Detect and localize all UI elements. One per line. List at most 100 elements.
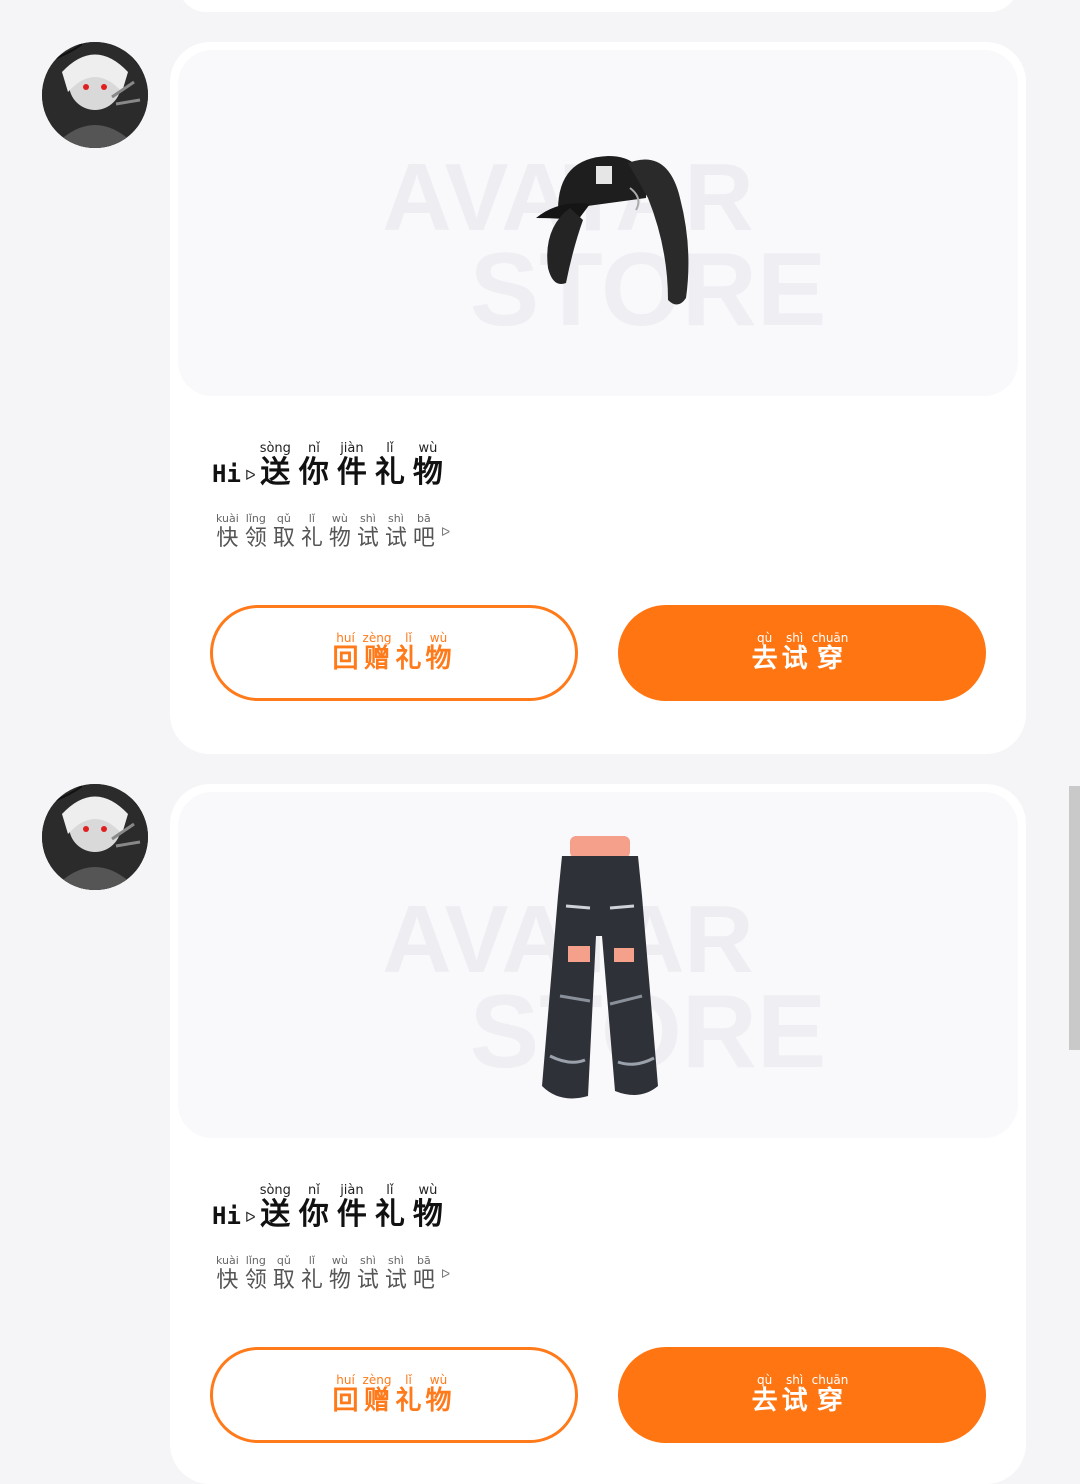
title-char: lǐ 礼	[375, 1184, 405, 1232]
gift-title: Hi ᐅ sòng 送 nǐ 你 jiàn 件 lǐ 礼 wù 物	[212, 442, 451, 492]
pinyin-text: qù	[756, 1373, 773, 1387]
button-char: huí 回	[333, 632, 359, 674]
title-char: sòng 送	[260, 442, 291, 490]
button-char: chuān 穿	[812, 1374, 849, 1416]
title-char: wù 物	[413, 1184, 443, 1232]
pinyin-text: lǐng	[245, 512, 266, 525]
title-char: wù 物	[413, 442, 443, 490]
hanzi-text: 试	[356, 1268, 379, 1293]
button-char: shì 试	[782, 632, 808, 674]
greeting-text: Hi	[212, 1202, 241, 1230]
try-on-button[interactable]: qù 去 shì 试 chuān 穿	[618, 605, 986, 701]
item-preview[interactable]: AVATAR STORE	[178, 792, 1018, 1138]
pinyin-text: sòng	[259, 441, 291, 456]
pinyin-text: zèng	[362, 1373, 392, 1387]
sender-avatar[interactable]	[42, 42, 148, 148]
hanzi-text: 吧	[412, 1268, 435, 1293]
pinyin-text: shì	[388, 1254, 404, 1267]
gift-card: AVATAR STORE Hi ᐅ sòng送 nǐ你 jiàn件 lǐ礼	[170, 784, 1026, 1484]
wave-icon: ᐅ	[244, 468, 256, 484]
pinyin-text: wù	[429, 631, 448, 645]
wave-icon: ᐅ	[244, 1210, 256, 1226]
hanzi-text: 物	[328, 526, 351, 551]
pinyin-text: qù	[756, 631, 773, 645]
item-preview[interactable]: AVATAR STORE	[178, 50, 1018, 396]
hanzi-text: 取	[272, 526, 295, 551]
subtitle-char: shì 试	[357, 1254, 379, 1294]
hanzi-text: 礼	[300, 526, 323, 551]
subtitle-char: lǐ 礼	[301, 512, 323, 552]
hanzi-text: 穿	[817, 1386, 844, 1416]
button-char: zèng 赠	[363, 1374, 392, 1416]
subtitle-char: lǐ 礼	[301, 1254, 323, 1294]
hanzi-text: 回	[332, 644, 359, 674]
gift-title: Hi ᐅ sòng 送 nǐ 你 jiàn 件 lǐ 礼 wù 物	[212, 1184, 451, 1234]
emoji-icon: ᐅ	[440, 1267, 451, 1281]
subtitle-char: shì 试	[385, 1254, 407, 1294]
pinyin-text: qǔ	[276, 1254, 291, 1267]
button-char: huí 回	[333, 1374, 359, 1416]
hanzi-text: 赠	[363, 1386, 390, 1416]
button-char: chuān 穿	[812, 632, 849, 674]
pinyin-text: jiàn	[340, 441, 364, 456]
hanzi-text: 快	[216, 1268, 239, 1293]
hanzi-text: 物	[328, 1268, 351, 1293]
hanzi-text: 礼	[300, 1268, 323, 1293]
title-char: nǐ 你	[299, 442, 329, 490]
hanzi-text: 回	[332, 1386, 359, 1416]
hanzi-text: 去	[751, 1386, 778, 1416]
return-gift-button[interactable]: huí 回 zèng 赠 lǐ 礼 wù 物	[210, 605, 578, 701]
hanzi-text: 试	[384, 526, 407, 551]
pinyin-text: wù	[331, 512, 348, 525]
baggy-jeans-image	[542, 836, 658, 1099]
gift-subtitle: kuài 快 lǐng 领 qǔ 取 lǐ 礼 wù 物 shì 试 shì 试 bā 吧 ᐅ	[216, 1254, 450, 1294]
hanzi-text: 送	[260, 1197, 291, 1232]
button-char: shì 试	[782, 1374, 808, 1416]
pinyin-text: shì	[360, 512, 376, 525]
button-char: wù 物	[425, 632, 451, 674]
subtitle-char: qǔ 取	[273, 1254, 295, 1294]
subtitle-char: wù 物	[329, 1254, 351, 1294]
subtitle-char: kuài 快	[216, 512, 239, 552]
pinyin-text: shì	[388, 512, 404, 525]
pinyin-text: wù	[331, 1254, 348, 1267]
pinyin-text: chuān	[811, 1373, 849, 1387]
hanzi-text: 领	[244, 1268, 267, 1293]
hanzi-text: 取	[272, 1268, 295, 1293]
hanzi-text: 送	[260, 455, 291, 490]
button-char: wù 物	[425, 1374, 451, 1416]
hanzi-text: 赠	[363, 644, 390, 674]
button-char: lǐ 礼	[395, 1374, 421, 1416]
bunny-ear-cap-image	[536, 156, 689, 305]
hanzi-text: 物	[425, 644, 452, 674]
try-on-button[interactable]: qù 去 shì 试 chuān 穿	[618, 1347, 986, 1443]
pinyin-text: chuān	[811, 631, 849, 645]
subtitle-char: lǐng 领	[245, 1254, 267, 1294]
pinyin-text: nǐ	[307, 441, 320, 456]
scrollbar[interactable]	[1069, 786, 1080, 1050]
title-char: jiàn 件	[337, 442, 367, 490]
hanzi-text: 去	[751, 644, 778, 674]
button-char: zèng 赠	[363, 632, 392, 674]
sender-avatar[interactable]	[42, 784, 148, 890]
title-char: sòng 送	[260, 1184, 291, 1232]
pinyin-text: lǐ	[308, 512, 315, 525]
pinyin-text: lǐ	[386, 441, 394, 456]
gift-subtitle: kuài 快 lǐng 领 qǔ 取 lǐ 礼 wù 物 shì 试 shì 试 bā 吧 ᐅ	[216, 512, 450, 552]
pinyin-text: shì	[360, 1254, 376, 1267]
hanzi-text: 吧	[412, 526, 435, 551]
hanzi-text: 物	[425, 1386, 452, 1416]
pinyin-text: lǐ	[308, 1254, 315, 1267]
subtitle-char: bā 吧	[413, 512, 435, 552]
button-char: lǐ 礼	[395, 632, 421, 674]
subtitle-char: shì 试	[357, 512, 379, 552]
hanzi-text: 穿	[817, 644, 844, 674]
hanzi-text: 试	[384, 1268, 407, 1293]
gift-card: AVATAR STORE Hi ᐅ sòng送 nǐ你 jiàn件 lǐ礼 wù…	[170, 42, 1026, 754]
greeting-text: Hi	[212, 460, 241, 488]
hanzi-text: 件	[336, 1197, 367, 1232]
return-gift-button[interactable]: huí 回 zèng 赠 lǐ 礼 wù 物	[210, 1347, 578, 1443]
pinyin-text: shì	[786, 631, 804, 645]
hanzi-text: 物	[412, 455, 443, 490]
hanzi-text: 快	[216, 526, 239, 551]
